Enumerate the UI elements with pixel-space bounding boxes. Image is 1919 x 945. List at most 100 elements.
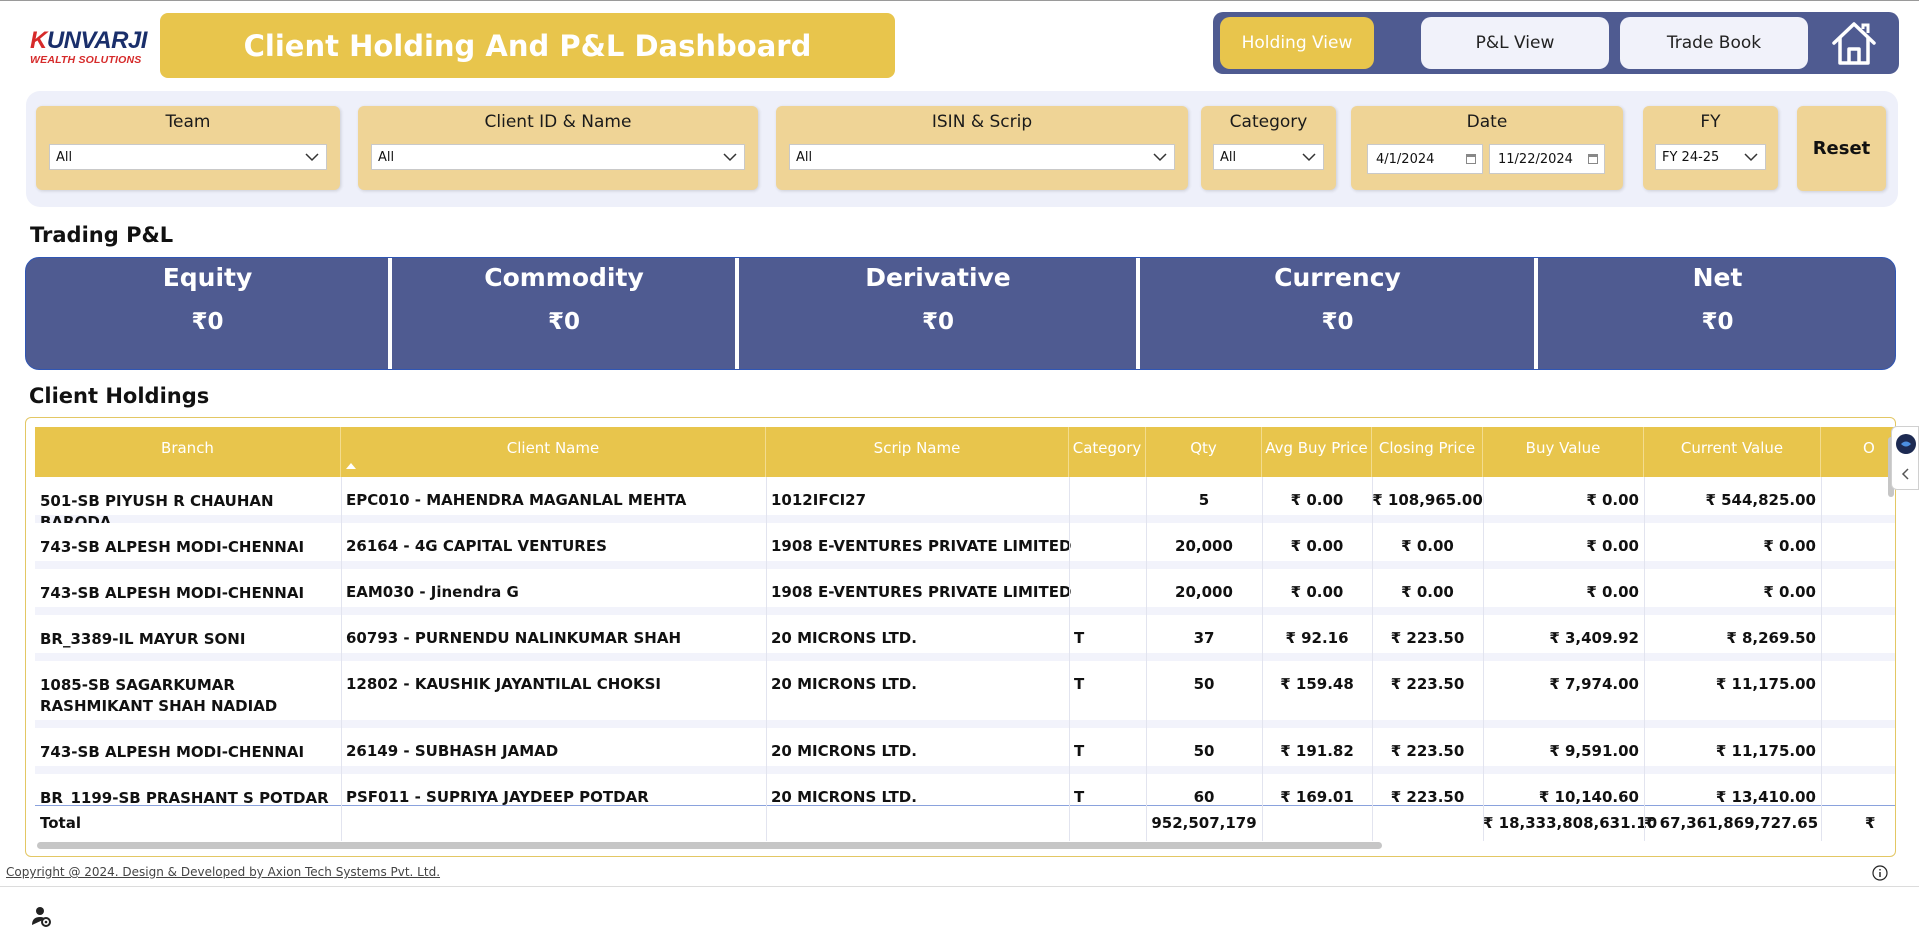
info-icon[interactable] <box>1872 865 1888 881</box>
total-buy-value: ₹ 18,333,808,631.10 <box>1483 814 1658 832</box>
category-filter: Category All <box>1201 106 1336 190</box>
holding-view-button[interactable]: Holding View <box>1220 17 1374 69</box>
table-row[interactable]: BR_1199-SB PRASHANT S POTDAR PSF011 - SUP… <box>35 774 1895 805</box>
trading-pl-title: Trading P&L <box>30 223 174 247</box>
home-button[interactable] <box>1824 15 1884 71</box>
table-row[interactable]: 501-SB PIYUSH R CHAUHAN BARODA EPC010 - M… <box>35 477 1895 531</box>
column-gridline <box>1262 477 1263 841</box>
currency-card: Currency ₹0 <box>1140 258 1535 369</box>
category-dropdown-value: All <box>1220 149 1237 165</box>
fy-dropdown-value: FY 24-25 <box>1662 149 1720 165</box>
kunvarji-logo: KUNVARJI WEALTH SOLUTIONS <box>30 27 150 67</box>
reset-button[interactable]: Reset <box>1797 106 1886 191</box>
cell-avg-buy-price: ₹ 0.00 <box>1290 491 1344 509</box>
footer-divider <box>0 886 1919 887</box>
date-from-input[interactable]: 4/1/2024 <box>1367 144 1483 174</box>
client-holdings-table: Branch Client Name Scrip Name Category Q… <box>25 417 1896 857</box>
isin-dropdown-value: All <box>796 149 813 165</box>
isin-filter-label: ISIN & Scrip <box>931 112 1033 132</box>
cell-client-name: PSF011 - SUPRIYA JAYDEEP POTDAR <box>346 788 649 805</box>
cell-current-value: ₹ 8,269.50 <box>1726 629 1816 647</box>
cell-buy-value: ₹ 10,140.60 <box>1538 788 1639 805</box>
date-to-input[interactable]: 11/22/2024 <box>1489 144 1605 174</box>
cell-category: T <box>1074 675 1085 693</box>
cell-qty: 50 <box>1193 742 1215 760</box>
column-gridline <box>766 477 767 841</box>
column-gridline <box>341 477 342 841</box>
isin-dropdown[interactable]: All <box>789 144 1175 170</box>
cell-closing-price: ₹ 108,965.00 <box>1372 491 1483 509</box>
cell-buy-value: ₹ 0.00 <box>1586 491 1639 509</box>
cell-client-name: EPC010 - MAHENDRA MAGANLAL MEHTA <box>346 491 687 509</box>
cell-client-name: 26149 - SUBHASH JAMAD <box>346 742 559 760</box>
side-panel-tab[interactable] <box>1891 426 1919 490</box>
cell-avg-buy-price: ₹ 0.00 <box>1290 583 1344 601</box>
horizontal-scrollbar[interactable] <box>37 842 1382 849</box>
team-dropdown[interactable]: All <box>49 144 327 170</box>
cell-client-name: 12802 - KAUSHIK JAYANTILAL CHOKSI <box>346 675 662 693</box>
cell-branch: 743-SB ALPESH MODI-CHENNAI <box>40 743 305 761</box>
client-dropdown[interactable]: All <box>371 144 745 170</box>
row-separator <box>35 720 1895 728</box>
trading-pl-cards: Equity ₹0 Commodity ₹0 Derivative ₹0 Cur… <box>25 257 1896 370</box>
commodity-value: ₹0 <box>547 309 580 335</box>
equity-card: Equity ₹0 <box>26 258 389 369</box>
table-row[interactable]: 743-SB ALPESH MODI-CHENNAI 26164 - 4G CAP… <box>35 523 1895 569</box>
cell-current-value: ₹ 544,825.00 <box>1705 491 1816 509</box>
table-row[interactable]: 743-SB ALPESH MODI-CHENNAI EAM030 - Jinen… <box>35 569 1895 615</box>
cell-category: T <box>1074 629 1085 647</box>
cell-branch: 743-SB ALPESH MODI-CHENNAI <box>40 538 305 556</box>
cell-scrip-name: 1908 E-VENTURES PRIVATE LIMITED <box>771 537 1072 555</box>
category-dropdown[interactable]: All <box>1213 144 1324 170</box>
derivative-label: Derivative <box>865 263 1011 292</box>
client-dropdown-value: All <box>378 149 395 165</box>
total-overflow: ₹ <box>1865 814 1876 832</box>
cell-branch: 1085-SB SAGARKUMAR RASHMIKANT SHAH NADIA… <box>40 676 278 715</box>
table-row[interactable]: 1085-SB SAGARKUMAR RASHMIKANT SHAH NADIA… <box>35 661 1895 728</box>
team-filter: Team All <box>36 106 340 190</box>
net-label: Net <box>1692 263 1743 292</box>
client-filter-label: Client ID & Name <box>484 112 632 132</box>
cell-category: T <box>1074 788 1085 805</box>
column-gridline <box>1372 477 1373 841</box>
cell-scrip-name: 1908 E-VENTURES PRIVATE LIMITED <box>771 583 1072 601</box>
user-settings-icon[interactable] <box>30 905 52 927</box>
fy-dropdown[interactable]: FY 24-25 <box>1655 144 1766 170</box>
cell-closing-price: ₹ 0.00 <box>1401 583 1454 601</box>
column-gridline <box>1821 477 1822 841</box>
cell-closing-price: ₹ 223.50 <box>1390 629 1465 647</box>
derivative-value: ₹0 <box>921 309 954 335</box>
table-row[interactable]: 743-SB ALPESH MODI-CHENNAI 26149 - SUBHAS… <box>35 728 1895 774</box>
cell-current-value: ₹ 0.00 <box>1763 583 1816 601</box>
cell-branch: BR_1199-SB PRASHANT S POTDAR <box>40 789 329 805</box>
cell-scrip-name: 20 MICRONS LTD. <box>771 742 917 760</box>
net-card: Net ₹0 <box>1538 258 1895 369</box>
column-gridline <box>1483 477 1484 841</box>
fy-filter: FY FY 24-25 <box>1643 106 1778 190</box>
chevron-down-icon <box>1153 153 1167 162</box>
cell-qty: 20,000 <box>1175 583 1233 601</box>
logo-brand-rest: UNVARJI <box>46 27 148 54</box>
chevron-down-icon <box>305 153 319 162</box>
cell-buy-value: ₹ 9,591.00 <box>1549 742 1639 760</box>
pl-view-button[interactable]: P&L View <box>1421 17 1609 69</box>
row-separator <box>35 653 1895 661</box>
trade-book-button[interactable]: Trade Book <box>1620 17 1808 69</box>
cell-scrip-name: 20 MICRONS LTD. <box>771 629 917 647</box>
row-separator <box>35 561 1895 569</box>
chevron-down-icon <box>723 153 737 162</box>
cell-closing-price: ₹ 223.50 <box>1390 788 1465 805</box>
cell-client-name: EAM030 - Jinendra G <box>346 583 519 601</box>
cell-scrip-name: 20 MICRONS LTD. <box>771 675 917 693</box>
total-qty: 952,507,179 <box>1151 814 1257 832</box>
fish-icon <box>1896 434 1916 454</box>
cell-closing-price: ₹ 223.50 <box>1390 742 1465 760</box>
client-filter: Client ID & Name All <box>358 106 758 190</box>
copyright-link[interactable]: Copyright @ 2024. Design & Developed by … <box>6 865 440 879</box>
cell-avg-buy-price: ₹ 191.82 <box>1280 742 1354 760</box>
cell-current-value: ₹ 13,410.00 <box>1715 788 1816 805</box>
filter-panel: Team All Client ID & Name All ISIN & Scr… <box>26 91 1898 207</box>
table-row[interactable]: BR_3389-IL MAYUR SONI 60793 - PURNENDU NA… <box>35 615 1895 661</box>
cell-qty: 50 <box>1193 675 1215 693</box>
logo-k-mark: K <box>30 27 47 54</box>
